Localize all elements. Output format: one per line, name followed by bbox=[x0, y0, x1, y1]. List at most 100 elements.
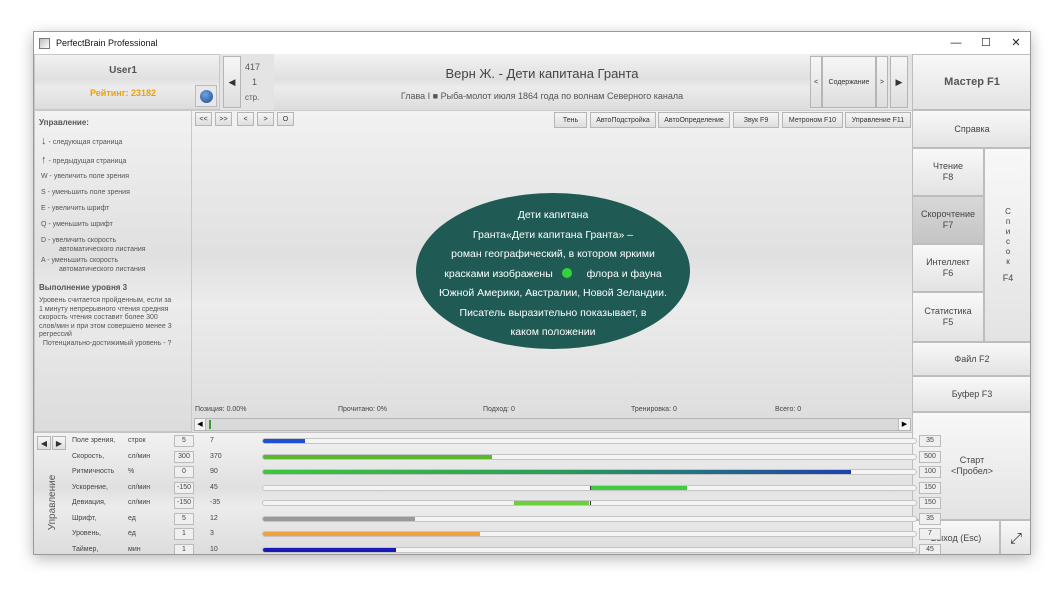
param-value: 3 bbox=[210, 530, 214, 537]
nav-reset-button[interactable]: O bbox=[277, 112, 294, 126]
param-name: Девиация, bbox=[72, 499, 106, 506]
panel-prev-arrow[interactable]: ◀ bbox=[37, 436, 51, 450]
master-button[interactable]: Мастер F1 bbox=[912, 54, 1030, 110]
nav-next-button[interactable]: > bbox=[257, 112, 274, 126]
param-slider[interactable] bbox=[262, 515, 917, 522]
reading-mode-button[interactable]: Чтение F8 bbox=[912, 148, 984, 196]
param-name: Скорость, bbox=[72, 452, 105, 460]
page-prev-button[interactable]: ◀ bbox=[223, 56, 241, 108]
param-min[interactable]: 5 bbox=[174, 512, 194, 525]
param-max[interactable]: 500 bbox=[919, 450, 941, 463]
param-unit: ед bbox=[128, 514, 136, 522]
file-button[interactable]: Файл F2 bbox=[912, 342, 1030, 376]
param-unit: сл/мин bbox=[128, 483, 151, 491]
param-value: 45 bbox=[210, 483, 218, 491]
user-panel: User1 Рейтинг: 23182 bbox=[34, 54, 220, 110]
maximize-button[interactable]: ☐ bbox=[970, 32, 1002, 54]
param-slider[interactable] bbox=[262, 531, 917, 537]
param-min[interactable]: 5 bbox=[174, 435, 194, 447]
param-slider-fill bbox=[514, 501, 590, 505]
instructions-panel: Управление: ↓ - следующая страница ↑ - п… bbox=[34, 110, 192, 432]
param-unit: % bbox=[128, 468, 135, 475]
instr-next-page: ↓ - следующая страница bbox=[41, 135, 123, 147]
panel-next-arrow[interactable]: ▶ bbox=[52, 436, 66, 450]
param-name: Поле зрения, bbox=[72, 437, 116, 444]
param-min[interactable]: 0 bbox=[174, 466, 194, 478]
scroll-left-arrow[interactable]: ◀ bbox=[195, 419, 206, 430]
buffer-button[interactable]: Буфер F3 bbox=[912, 376, 1030, 412]
instr-s: S - уменьшить поле зрения bbox=[41, 189, 130, 196]
instr-e: E - увеличить шрифт bbox=[41, 205, 110, 212]
status-position: Позиция: 0.00% bbox=[195, 406, 247, 413]
chapter-title: Глава I ■ Рыба-молот июля 1864 года по в… bbox=[400, 91, 684, 101]
page-next-button[interactable]: ▶ bbox=[890, 56, 908, 108]
autotune-toggle[interactable]: АвтоПодстройка bbox=[590, 112, 656, 128]
control-panel-tab: Управление bbox=[38, 455, 67, 553]
param-max[interactable]: 100 bbox=[919, 466, 941, 478]
arrow-up-icon: ↑ bbox=[41, 154, 47, 166]
position-scrollbar[interactable]: ◀ ▶ bbox=[194, 418, 911, 431]
book-header: Верн Ж. - Дети капитана Гранта Глава I ■… bbox=[274, 54, 810, 110]
param-slider[interactable] bbox=[262, 469, 917, 475]
param-min[interactable]: -150 bbox=[174, 497, 194, 509]
toc-button[interactable]: Содержание bbox=[822, 56, 876, 108]
toc-prev-button[interactable]: < bbox=[810, 56, 822, 108]
param-min[interactable]: 1 bbox=[174, 528, 194, 540]
param-slider-fill bbox=[263, 547, 397, 552]
help-button[interactable]: Справка bbox=[912, 110, 1030, 148]
param-slider[interactable] bbox=[262, 438, 917, 444]
metronome-toggle[interactable]: Метроном F10 bbox=[782, 112, 843, 128]
scroll-thumb[interactable] bbox=[209, 420, 211, 429]
user-rating: Рейтинг: 23182 bbox=[90, 88, 156, 98]
param-max[interactable]: 35 bbox=[919, 512, 941, 525]
param-max[interactable]: 35 bbox=[919, 435, 941, 447]
focus-dot-icon bbox=[561, 267, 572, 278]
control-toggle[interactable]: Управление F11 bbox=[845, 112, 911, 128]
param-min[interactable]: 300 bbox=[174, 450, 194, 463]
minimize-button[interactable]: — bbox=[940, 32, 972, 54]
parameter-rows: Поле зрения, строк 5 7 35 Скорость, сл/мин 300 3… bbox=[68, 434, 941, 554]
autodetect-toggle[interactable]: АвтоОпределение bbox=[658, 112, 730, 128]
param-max[interactable]: 150 bbox=[919, 481, 941, 494]
status-training: Тренировка: 0 bbox=[631, 406, 677, 413]
nav-first-button[interactable]: << bbox=[195, 112, 212, 126]
status-approach: Подход: 0 bbox=[483, 406, 515, 413]
window-title: PerfectBrain Professional bbox=[56, 38, 158, 48]
toc-next-button[interactable]: > bbox=[876, 56, 888, 108]
param-value: 12 bbox=[210, 514, 218, 522]
param-slider[interactable] bbox=[262, 453, 917, 460]
param-slider-fill bbox=[589, 485, 688, 490]
statistics-button[interactable]: Статистика F5 bbox=[912, 292, 984, 342]
param-min[interactable]: -150 bbox=[174, 481, 194, 494]
intellect-button[interactable]: Интеллект F6 bbox=[912, 244, 984, 292]
nav-last-button[interactable]: >> bbox=[215, 112, 232, 126]
shadow-toggle[interactable]: Тень bbox=[554, 112, 587, 128]
scroll-right-arrow[interactable]: ▶ bbox=[898, 419, 910, 430]
globe-button[interactable] bbox=[195, 85, 217, 107]
param-max[interactable]: 45 bbox=[919, 543, 941, 554]
instr-prev-page: ↑ - предыдущая страница bbox=[41, 154, 127, 166]
instr-d: D - увеличить скорость bbox=[41, 237, 117, 244]
param-unit: строк bbox=[128, 437, 146, 444]
speed-reading-button[interactable]: Скорочтение F7 bbox=[912, 196, 984, 244]
fullscreen-icon[interactable]: ⤢ bbox=[1000, 520, 1030, 554]
param-value: -35 bbox=[210, 499, 221, 506]
param-row: Ускорение, сл/мин -150 45 150 bbox=[68, 481, 941, 496]
param-row: Девиация, сл/мин -150 -35 150 bbox=[68, 496, 941, 511]
level-description: Уровень считается пройденным, если за 1 м… bbox=[39, 297, 172, 347]
param-value: 7 bbox=[210, 437, 214, 444]
list-button[interactable]: Список F4 bbox=[984, 148, 1030, 342]
param-slider[interactable] bbox=[262, 484, 917, 491]
param-slider[interactable] bbox=[262, 546, 917, 553]
param-slider[interactable] bbox=[262, 500, 917, 506]
nav-prev-button[interactable]: < bbox=[237, 112, 254, 126]
close-button[interactable]: ✕ bbox=[1000, 32, 1030, 54]
instr-w: W - увеличить поле зрения bbox=[41, 173, 129, 180]
sound-toggle[interactable]: Звук F9 bbox=[733, 112, 779, 128]
param-max[interactable]: 150 bbox=[919, 497, 941, 509]
instr-a-cont: автоматического листания bbox=[59, 266, 146, 273]
param-max[interactable]: 7 bbox=[919, 528, 941, 540]
param-min[interactable]: 1 bbox=[174, 543, 194, 554]
instr-q: Q - уменьшить шрифт bbox=[41, 221, 113, 228]
param-unit: сл/мин bbox=[128, 499, 151, 506]
